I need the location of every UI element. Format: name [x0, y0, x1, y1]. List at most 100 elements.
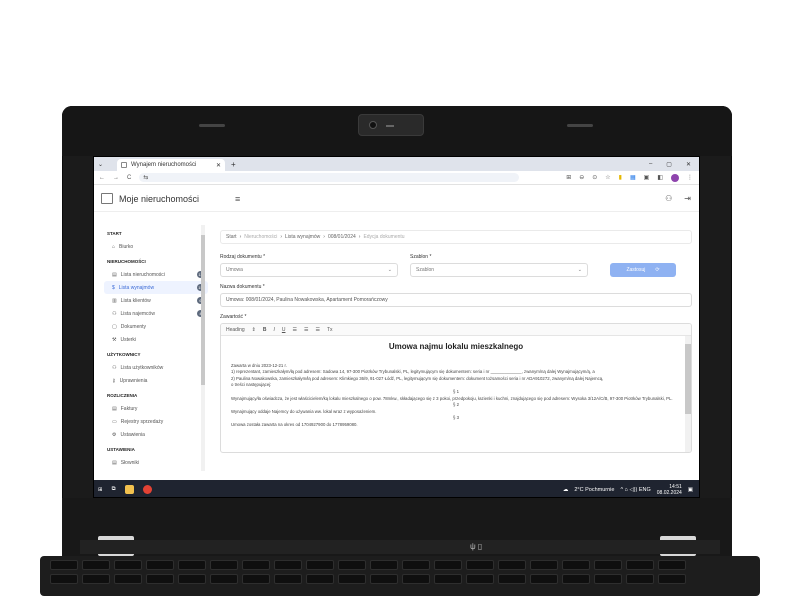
align-button[interactable]: ☰: [315, 327, 319, 333]
clock-date: 08.02.2024: [656, 489, 682, 496]
underline-button[interactable]: U: [282, 327, 286, 333]
doc-type-select[interactable]: Umowa ⌄: [220, 263, 398, 277]
template-select[interactable]: Szablon ⌄: [410, 263, 588, 277]
sidebar-item-icon: ⚷: [112, 377, 116, 384]
breadcrumb-rentals[interactable]: Lista wynajmów: [285, 234, 320, 240]
chrome-icon[interactable]: [142, 485, 152, 494]
extension-icon[interactable]: ▮: [619, 174, 622, 181]
keyboard-key: [562, 560, 590, 570]
tray-icons[interactable]: ^ ⌂ ◁)) ENG: [620, 487, 650, 493]
sidepanel-icon[interactable]: ◧: [657, 174, 663, 181]
sidebar-item[interactable]: ▤ Słowniki: [104, 456, 208, 469]
keyboard-key: [402, 560, 430, 570]
sidebar-item[interactable]: ▭ Rejestry sprzedaży: [104, 415, 208, 428]
content-label: Zawartość *: [220, 314, 247, 320]
sidebar-item[interactable]: ⚇Lista najemców4: [104, 307, 208, 320]
site-info-icon[interactable]: ⇆: [143, 174, 148, 181]
bookmark-star-icon[interactable]: ☆: [605, 174, 610, 181]
keyboard-key: [82, 560, 110, 570]
close-window-button[interactable]: ✕: [686, 161, 691, 168]
heading-select[interactable]: Heading: [226, 327, 245, 333]
keyboard-key: [210, 574, 238, 584]
heading-chevron-icon: ⇕: [251, 326, 256, 333]
apply-icon: ⟳: [655, 267, 660, 273]
clock[interactable]: 14:51 08.02.2024: [657, 484, 682, 496]
document-heading: Umowa najmu lokalu mieszkalnego: [388, 342, 524, 351]
sidebar-item[interactable]: ▤Lista nieruchomości11: [104, 268, 208, 281]
doc-name-input[interactable]: Umowa: 008/01/2024, Paulina Nowakowska, …: [220, 293, 692, 307]
sidebar-item-icon: ⚒: [112, 336, 117, 343]
breadcrumb-start[interactable]: Start: [226, 234, 237, 240]
zoom-icon[interactable]: ⊖: [579, 174, 584, 181]
breadcrumb-rental-id[interactable]: 008/01/2024: [328, 234, 356, 240]
maximize-button[interactable]: ▢: [666, 161, 672, 168]
breadcrumb-properties[interactable]: Nieruchomości: [244, 234, 277, 240]
app-title: Moje nieruchomości: [119, 193, 200, 204]
tab-close-icon[interactable]: ✕: [216, 162, 221, 169]
browser-tab[interactable]: Wynajem nieruchomości ✕: [117, 159, 226, 171]
keyboard-key: [338, 560, 366, 570]
sidebar: START ⌂ Biurko NIERUCHOMOŚCI ▤ Lista nierucho…: [104, 225, 208, 471]
weather-icon: ☁: [562, 486, 569, 493]
keyboard-key: [210, 560, 238, 570]
sidebar-item[interactable]: $Lista wynajmów15: [104, 281, 208, 294]
keyboard-key: [306, 560, 334, 570]
translate-icon[interactable]: ⊞: [566, 174, 571, 181]
sidebar-item[interactable]: ⚙ Ustawienia: [104, 428, 208, 441]
start-icon[interactable]: ⊞: [98, 487, 103, 493]
chevron-down-icon: ⌄: [577, 267, 582, 273]
sidebar-item-label: Lista klientów: [120, 297, 151, 304]
reload-button[interactable]: C: [127, 175, 131, 181]
logout-icon[interactable]: ⇥: [684, 194, 691, 203]
numbered-list-button[interactable]: ☰: [304, 327, 308, 333]
extensions-puzzle-icon[interactable]: ▣: [644, 174, 650, 181]
doc-name-value: Umowa: 008/01/2024, Paulina Nowakowska, …: [226, 297, 388, 303]
sidebar-item[interactable]: ⚇ Lista użytkowników: [104, 361, 208, 374]
file-explorer-icon[interactable]: [124, 485, 134, 494]
editor-scrollbar[interactable]: [685, 336, 691, 452]
extension-icon-2[interactable]: ▦: [630, 174, 636, 181]
doc-line: Umowa została zawarta na okres od 170492…: [231, 421, 358, 427]
italic-button[interactable]: I: [273, 327, 274, 333]
sidebar-item[interactable]: ▤ Faktury: [104, 402, 208, 415]
apply-button[interactable]: Zastosuj ⟳: [610, 263, 676, 277]
sidebar-section-title: USTAWIENIA: [107, 447, 135, 452]
keyboard-key: [434, 574, 462, 584]
weather-text[interactable]: 2°C Pochmurnie: [574, 487, 614, 493]
menu-toggle-icon[interactable]: ≡: [235, 194, 240, 204]
minimize-button[interactable]: –: [649, 161, 652, 168]
document-body[interactable]: Umowa najmu lokalu mieszkalnego Zawarta …: [221, 336, 691, 435]
bold-button[interactable]: B: [263, 327, 267, 333]
browser-menu-icon[interactable]: ⋮: [687, 174, 693, 181]
tab-favicon-icon: [121, 162, 128, 168]
sidebar-item[interactable]: ▥Lista klientów6: [104, 294, 208, 307]
task-view-icon[interactable]: ⧉: [112, 486, 116, 493]
sidebar-item-label: Ustawienia: [120, 431, 145, 438]
sidebar-item[interactable]: ⌂ Biurko: [104, 240, 208, 253]
sidebar-item[interactable]: ▢ Dokumenty: [104, 320, 208, 333]
user-icon[interactable]: ⚇: [665, 194, 672, 203]
breadcrumb-current: Edycja dokumentu: [363, 234, 405, 240]
clear-format-button[interactable]: Tx: [327, 327, 333, 333]
sidebar-item[interactable]: ⚷ Uprawnienia: [104, 374, 208, 387]
keyboard-key: [146, 574, 174, 584]
sidebar-item[interactable]: ⚒ Usterki: [104, 333, 208, 346]
doc-name-label: Nazwa dokumentu *: [220, 284, 265, 290]
new-tab-button[interactable]: +: [231, 160, 236, 169]
sidebar-item-label: Słowniki: [120, 459, 140, 466]
back-button[interactable]: ←: [99, 175, 105, 181]
profile-avatar[interactable]: [671, 173, 679, 182]
sidebar-section-title: ROZLICZENIA: [107, 393, 138, 398]
chevron-down-icon: ⌄: [387, 267, 392, 273]
sidebar-item-icon: ▢: [112, 323, 117, 330]
keyboard-key: [626, 574, 654, 584]
tab-search-icon[interactable]: ⌄: [98, 161, 103, 168]
keyboard-key: [402, 574, 430, 584]
forward-button[interactable]: →: [113, 175, 119, 181]
rich-text-editor[interactable]: Heading ⇕ B I U ☰ ☰ ☰ Tx Umowa najmu lok…: [220, 323, 692, 453]
location-icon[interactable]: ⊙: [592, 174, 597, 181]
bullet-list-button[interactable]: ☰: [292, 327, 296, 333]
url-input[interactable]: ⇆: [139, 173, 520, 182]
sidebar-scrollbar[interactable]: [201, 225, 205, 471]
notification-icon[interactable]: ▣: [688, 487, 693, 493]
